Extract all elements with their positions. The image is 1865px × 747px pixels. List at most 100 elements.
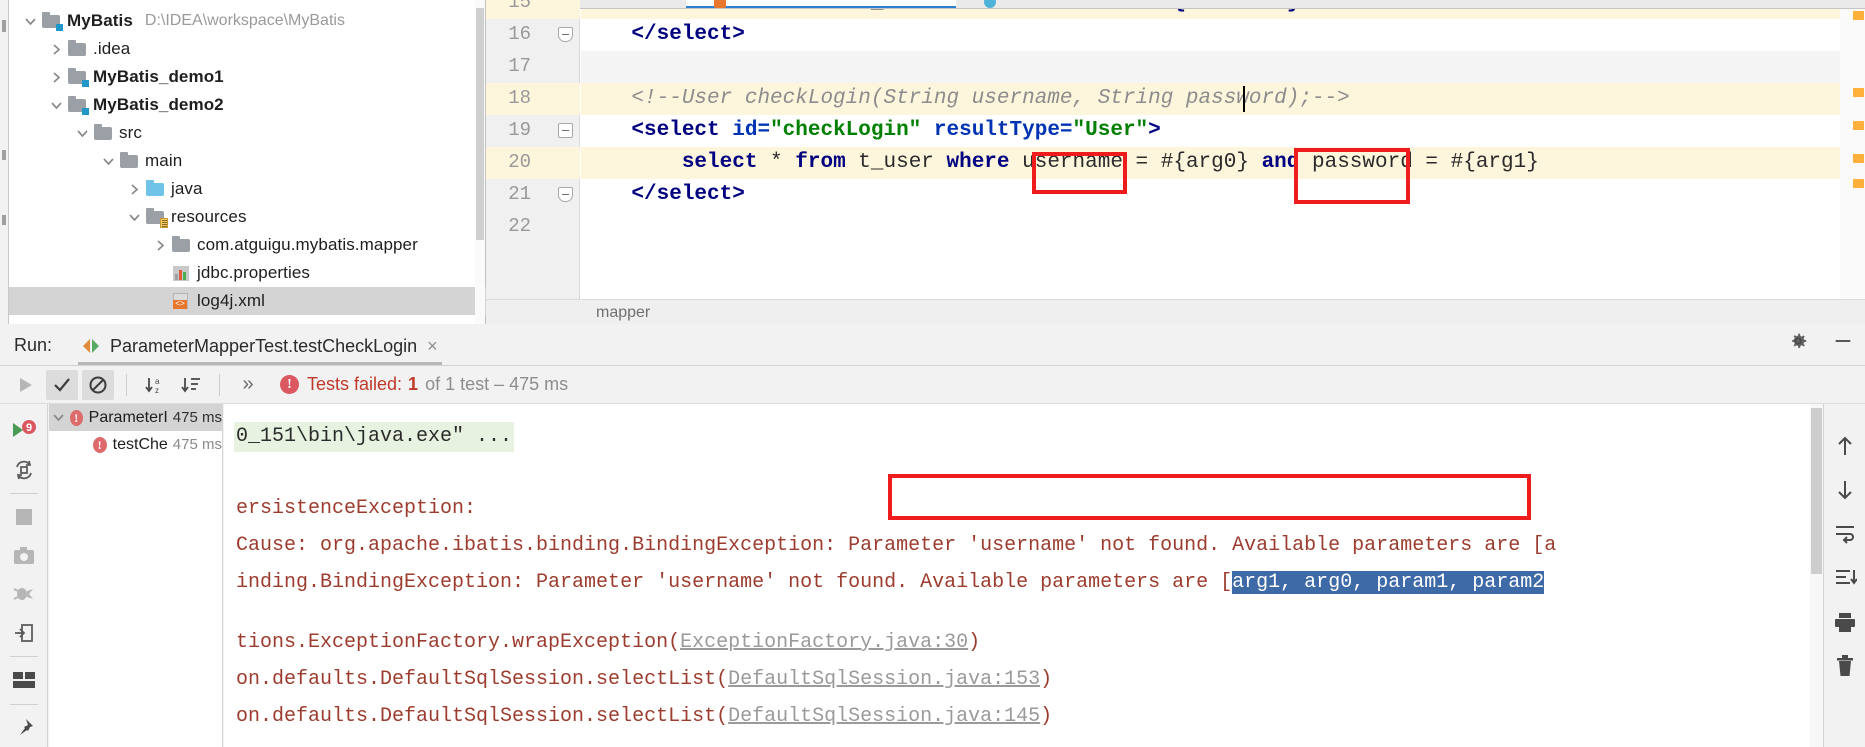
project-tree-item-label: log4j.xml — [197, 291, 265, 310]
project-tree-item-label: jdbc.properties — [197, 263, 311, 282]
tree-twisty-icon[interactable] — [149, 239, 171, 252]
minimize-icon[interactable] — [1831, 330, 1855, 352]
code-line[interactable]: select * from t_user where username = ${… — [581, 9, 1840, 19]
console-line[interactable]: Cause: org.apache.ibatis.binding.Binding… — [236, 531, 1556, 561]
console-output[interactable]: 0_151\bin\java.exe" ... ersistenceExcepti… — [224, 404, 1820, 747]
tree-twisty-icon[interactable] — [19, 15, 41, 28]
editor-gutter[interactable]: 15 16 17 18 19 20 21 22 — [486, 0, 580, 313]
trash-icon[interactable] — [1830, 652, 1860, 680]
project-tree[interactable]: MyBatis D:\IDEA\workspace\MyBatis .idea MyB… — [9, 7, 486, 315]
run-config-icon — [82, 337, 102, 355]
code-fold-marker[interactable] — [558, 27, 573, 42]
code-line[interactable]: select * from t_user where username = #{… — [581, 147, 1840, 179]
pin-icon[interactable] — [6, 709, 42, 747]
code-token: username = — [1022, 151, 1161, 174]
project-tool-window[interactable]: MyBatis D:\IDEA\workspace\MyBatis .idea MyB… — [9, 0, 486, 324]
console-line[interactable]: ersistenceException: — [236, 494, 476, 524]
stacktrace-link[interactable]: ExceptionFactory.java:30 — [680, 631, 968, 654]
export-icon[interactable] — [6, 614, 42, 653]
code-line[interactable]: <!--User checkLogin(String username, Str… — [581, 83, 1840, 115]
code-token: password = — [1311, 151, 1451, 174]
screenshot-icon[interactable] — [6, 537, 42, 576]
code-line[interactable] — [581, 51, 1840, 83]
project-tree-item-label: MyBatis_demo1 — [93, 67, 224, 86]
run-tab[interactable]: ParameterMapperTest.testCheckLogin × — [78, 330, 442, 365]
layout-icon[interactable] — [6, 661, 42, 700]
tree-twisty-icon[interactable] — [71, 127, 93, 140]
console-scrollbar[interactable] — [1810, 404, 1823, 747]
rerun-failed-icon[interactable]: 9 — [6, 412, 42, 451]
close-icon[interactable]: × — [427, 336, 438, 357]
show-ignored-icon[interactable] — [82, 369, 114, 400]
editor-tabs[interactable] — [486, 0, 1865, 9]
code-token: where — [946, 151, 1023, 174]
project-tree-item[interactable]: java — [9, 175, 486, 203]
tree-twisty-icon[interactable] — [45, 99, 67, 112]
code-token: "User" — [1072, 119, 1149, 142]
test-tree-row[interactable]: ! ParameterI 475 ms — [49, 404, 222, 431]
project-tree-item[interactable]: MyBatis_demo2 — [9, 91, 486, 119]
sort-alphabetically-icon[interactable]: a z — [139, 370, 171, 400]
folder-icon — [171, 236, 193, 254]
rerun-icon[interactable] — [10, 370, 42, 400]
project-tree-item-label: main — [145, 151, 183, 170]
test-twisty-icon[interactable] — [52, 411, 70, 424]
editor-tab-inactive-2[interactable] — [956, 0, 1865, 8]
dump-threads-icon[interactable] — [6, 575, 42, 614]
code-line[interactable]: <select id="checkLogin" resultType="User… — [581, 115, 1840, 147]
scroll-down-icon[interactable] — [1830, 476, 1860, 504]
code-token: and — [1248, 151, 1312, 174]
run-tab-title: ParameterMapperTest.testCheckLogin — [110, 335, 418, 356]
project-tree-item[interactable]: .idea — [9, 35, 486, 63]
code-line[interactable] — [581, 211, 1840, 243]
code-line[interactable]: </select> — [581, 19, 1840, 51]
code-fold-marker[interactable] — [558, 187, 573, 202]
rerun-auto-icon[interactable] — [6, 451, 42, 490]
project-tree-item[interactable]: MyBatis D:\IDEA\workspace\MyBatis — [9, 7, 486, 35]
project-tree-item[interactable]: jdbc.properties — [9, 259, 486, 287]
editor-tab-active[interactable] — [686, 0, 956, 8]
tree-twisty-icon[interactable] — [45, 71, 67, 84]
console-line[interactable]: inding.BindingException: Parameter 'user… — [236, 568, 1545, 598]
source-folder-icon — [145, 180, 167, 198]
soft-wrap-icon[interactable] — [1830, 520, 1860, 548]
project-tree-item[interactable]: main — [9, 147, 486, 175]
code-line[interactable]: </select> — [581, 179, 1840, 211]
console-line[interactable]: 0_151\bin\java.exe" ... — [234, 422, 515, 452]
gear-icon[interactable] — [1787, 330, 1809, 352]
code-fold-marker[interactable] — [558, 123, 573, 138]
print-icon[interactable] — [1830, 608, 1860, 636]
run-header-actions — [1787, 330, 1855, 352]
module-folder-icon — [67, 96, 89, 115]
console-line[interactable]: on.defaults.DefaultSqlSession.selectList… — [236, 702, 1052, 732]
stop-icon[interactable] — [6, 498, 42, 537]
console-line[interactable]: on.defaults.DefaultSqlSession.selectList… — [236, 665, 1052, 695]
project-scrollbar[interactable] — [475, 0, 485, 324]
breadcrumb[interactable]: mapper — [486, 299, 1865, 324]
code-editor[interactable]: 15 16 17 18 19 20 21 22 select * from t_user wh… — [486, 0, 1865, 324]
test-tree-row[interactable]: ! testChe 475 ms — [49, 431, 222, 458]
scroll-to-end-icon[interactable] — [1830, 564, 1860, 592]
project-tree-item[interactable]: <> log4j.xml — [9, 287, 486, 315]
project-tree-item[interactable]: MyBatis_demo1 — [9, 63, 486, 91]
tree-twisty-icon[interactable] — [97, 155, 119, 168]
sort-by-duration-icon[interactable] — [175, 370, 207, 400]
tree-twisty-icon[interactable] — [123, 211, 145, 224]
show-passed-icon[interactable] — [46, 369, 78, 400]
editor-error-stripe[interactable] — [1840, 9, 1865, 313]
tree-twisty-icon[interactable] — [123, 183, 145, 196]
svg-text:a: a — [155, 377, 160, 386]
tree-twisty-icon[interactable] — [45, 43, 67, 56]
project-tree-item[interactable]: src — [9, 119, 486, 147]
stacktrace-link[interactable]: DefaultSqlSession.java:145 — [728, 705, 1040, 728]
code-token: #{arg1} — [1450, 151, 1539, 174]
expand-actions-button[interactable]: » — [232, 370, 264, 400]
project-tree-item[interactable]: com.atguigu.mybatis.mapper — [9, 231, 486, 259]
scroll-up-icon[interactable] — [1830, 432, 1860, 460]
console-line[interactable]: tions.ExceptionFactory.wrapException(Exc… — [236, 628, 980, 658]
stacktrace-link[interactable]: DefaultSqlSession.java:153 — [728, 668, 1040, 691]
console-right-rail — [1823, 404, 1865, 747]
editor-code-area[interactable]: select * from t_user where username = ${… — [581, 9, 1840, 313]
test-results-tree[interactable]: ! ParameterI 475 ms! testChe 475 ms — [49, 404, 223, 747]
project-tree-item[interactable]: resources — [9, 203, 486, 231]
